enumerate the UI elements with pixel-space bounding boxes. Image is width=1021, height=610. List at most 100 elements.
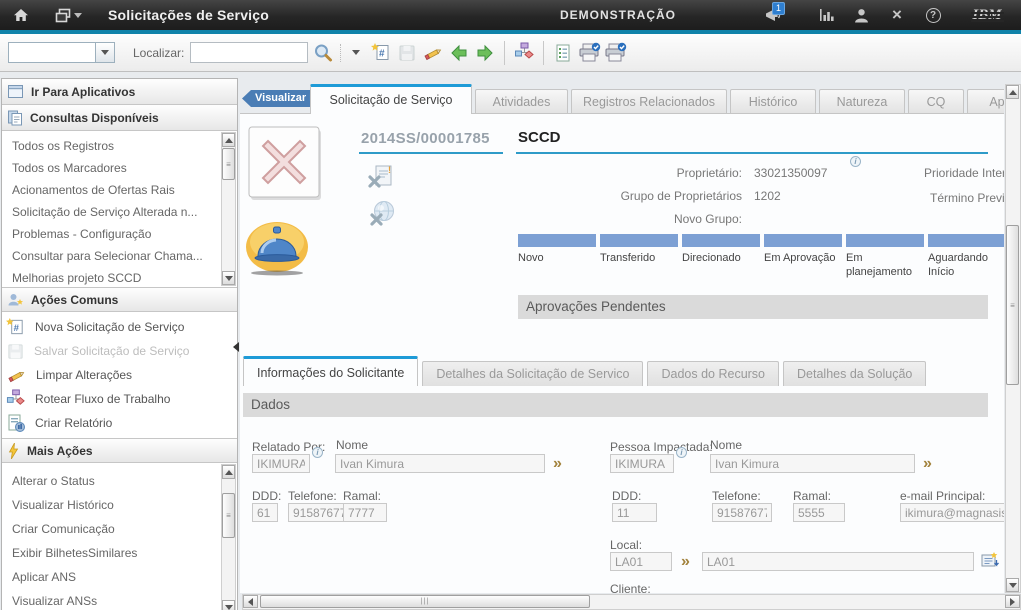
query-item[interactable]: Todos os Marcadores xyxy=(2,157,237,179)
query-combobox-dropdown[interactable] xyxy=(96,42,115,63)
search-options-dropdown[interactable] xyxy=(352,50,360,55)
scroll-down-button[interactable] xyxy=(1006,578,1019,592)
horizontal-scrollbar[interactable]: ||| xyxy=(242,594,1021,610)
clear-icon xyxy=(6,366,27,385)
scroll-right-button[interactable] xyxy=(1005,595,1020,608)
detail-menu-icon[interactable]: » xyxy=(553,456,560,472)
home-icon[interactable] xyxy=(6,0,36,30)
scroll-thumb[interactable]: ≡ xyxy=(1006,225,1019,385)
query-combobox-input[interactable] xyxy=(8,42,96,63)
scroll-down-button[interactable] xyxy=(222,600,235,610)
local-input[interactable] xyxy=(610,552,672,571)
action-new-service-request[interactable]: # Nova Solicitação de Serviço xyxy=(2,315,237,339)
action-clear-changes[interactable]: Limpar Alterações xyxy=(2,363,237,387)
tab-activities[interactable]: Atividades xyxy=(475,89,568,114)
action-route-workflow[interactable]: Rotear Fluxo de Trabalho xyxy=(2,387,237,411)
affected-ext-input[interactable] xyxy=(793,503,845,522)
reported-ddd-label: DDD: xyxy=(252,489,281,503)
print-with-attachments-icon[interactable] xyxy=(602,40,628,66)
next-record-icon[interactable] xyxy=(472,40,498,66)
window-cascade-icon[interactable] xyxy=(50,0,86,30)
info-icon[interactable]: i xyxy=(676,447,687,458)
reports-chart-icon[interactable] xyxy=(812,0,842,30)
toolbar: Localizar: # xyxy=(0,34,1021,72)
owner-value: 33021350097 xyxy=(754,166,827,180)
scroll-up-button[interactable] xyxy=(1006,85,1019,99)
local-description-input[interactable] xyxy=(702,552,974,571)
detail-menu-icon[interactable]: » xyxy=(681,554,688,570)
route-workflow-icon[interactable] xyxy=(511,40,537,66)
profile-icon[interactable] xyxy=(846,0,876,30)
sidebar-collapse-handle[interactable] xyxy=(233,342,239,352)
tab-cq[interactable]: CQ xyxy=(908,89,964,114)
scroll-thumb[interactable]: ||| xyxy=(260,595,590,608)
announcements-icon[interactable]: 1 xyxy=(758,0,788,30)
action-create-report[interactable]: Criar Relatório xyxy=(2,411,237,435)
ibm-logo: IBM xyxy=(965,0,1011,30)
sidebar-common-actions[interactable]: Ações Comuns xyxy=(2,288,237,312)
subtab-requester-info[interactable]: Informações do Solicitante xyxy=(243,356,418,386)
more-action-item[interactable]: Visualizar ANSs xyxy=(2,589,237,610)
record-image-placeholder[interactable] xyxy=(248,126,322,205)
search-icon[interactable] xyxy=(310,40,336,66)
reported-ext-input[interactable] xyxy=(343,503,387,522)
reported-ddd-input[interactable] xyxy=(252,503,278,522)
more-action-item[interactable]: Criar Comunicação xyxy=(2,517,237,541)
subtab-request-details[interactable]: Detalhes da Solicitação de Servico xyxy=(422,361,643,386)
tab-history[interactable]: Histórico xyxy=(730,89,816,114)
query-combobox[interactable] xyxy=(8,42,115,63)
subtab-resource-data[interactable]: Dados do Recurso xyxy=(647,361,779,386)
more-action-item[interactable]: Exibir BilhetesSimilares xyxy=(2,541,237,565)
affected-person-input[interactable] xyxy=(610,454,674,473)
previous-record-icon[interactable] xyxy=(446,40,472,66)
queries-scrollbar[interactable]: ≡ xyxy=(221,132,236,286)
info-icon[interactable]: i xyxy=(850,156,861,167)
help-icon[interactable]: ? xyxy=(918,0,948,30)
find-input[interactable] xyxy=(190,42,308,63)
scroll-up-button[interactable] xyxy=(222,465,235,479)
reported-name-input[interactable] xyxy=(335,454,545,473)
close-icon[interactable]: × xyxy=(882,0,912,30)
subtab-solution-details[interactable]: Detalhes da Solução xyxy=(783,361,926,386)
more-action-item[interactable]: Visualizar Histórico xyxy=(2,493,237,517)
queries-list: Todos os Registros Todos os Marcadores A… xyxy=(2,131,237,288)
sidebar-go-to-applications[interactable]: Ir Para Aplicativos xyxy=(2,79,237,105)
reported-by-input[interactable] xyxy=(252,454,310,473)
reports-icon[interactable] xyxy=(550,40,576,66)
query-item[interactable]: Melhorias projeto SCCD xyxy=(2,267,237,288)
affected-phone-input[interactable] xyxy=(712,503,772,522)
query-item[interactable]: Solicitação de Serviço Alterada n... xyxy=(2,201,237,223)
sidebar-more-actions[interactable]: Mais Ações xyxy=(2,439,237,463)
email-input[interactable] xyxy=(900,503,1004,522)
tab-nature[interactable]: Natureza xyxy=(819,89,905,114)
query-item[interactable]: Acionamentos de Ofertas Rais xyxy=(2,179,237,201)
query-item[interactable]: Consultar para Selecionar Chama... xyxy=(2,245,237,267)
more-action-item[interactable]: Aplicar ANS xyxy=(2,565,237,589)
sidebar-available-queries[interactable]: Consultas Disponíveis xyxy=(2,105,237,131)
scroll-down-button[interactable] xyxy=(222,271,235,285)
vertical-scrollbar[interactable]: ≡ xyxy=(1005,84,1021,593)
tab-ap[interactable]: Ap xyxy=(967,89,1004,114)
sidebar-header-label: Ir Para Aplicativos xyxy=(31,85,135,99)
scroll-up-button[interactable] xyxy=(222,133,235,147)
affected-ddd-input[interactable] xyxy=(612,503,657,522)
tab-service-request[interactable]: Solicitação de Serviço xyxy=(310,84,472,114)
more-actions-scrollbar[interactable]: ≡ xyxy=(221,464,236,610)
reported-phone-input[interactable] xyxy=(288,503,350,522)
clear-changes-icon[interactable] xyxy=(420,40,446,66)
detail-menu-icon[interactable]: » xyxy=(923,456,930,472)
more-action-item[interactable]: Alterar o Status xyxy=(2,469,237,493)
scroll-thumb[interactable]: ≡ xyxy=(222,148,235,180)
tab-related-records[interactable]: Registros Relacionados xyxy=(571,89,727,114)
scroll-left-button[interactable] xyxy=(243,595,258,608)
save-icon xyxy=(394,40,420,66)
new-record-icon[interactable]: # xyxy=(368,40,394,66)
affected-name-input[interactable] xyxy=(710,454,915,473)
scroll-thumb[interactable]: ≡ xyxy=(222,493,235,538)
query-item[interactable]: Todos os Registros xyxy=(2,135,237,157)
info-icon[interactable]: i xyxy=(312,447,323,458)
select-value-icon[interactable] xyxy=(980,551,999,572)
query-item[interactable]: Problemas - Configuração xyxy=(2,223,237,245)
action-label: Criar Relatório xyxy=(35,416,112,430)
print-icon[interactable] xyxy=(576,40,602,66)
